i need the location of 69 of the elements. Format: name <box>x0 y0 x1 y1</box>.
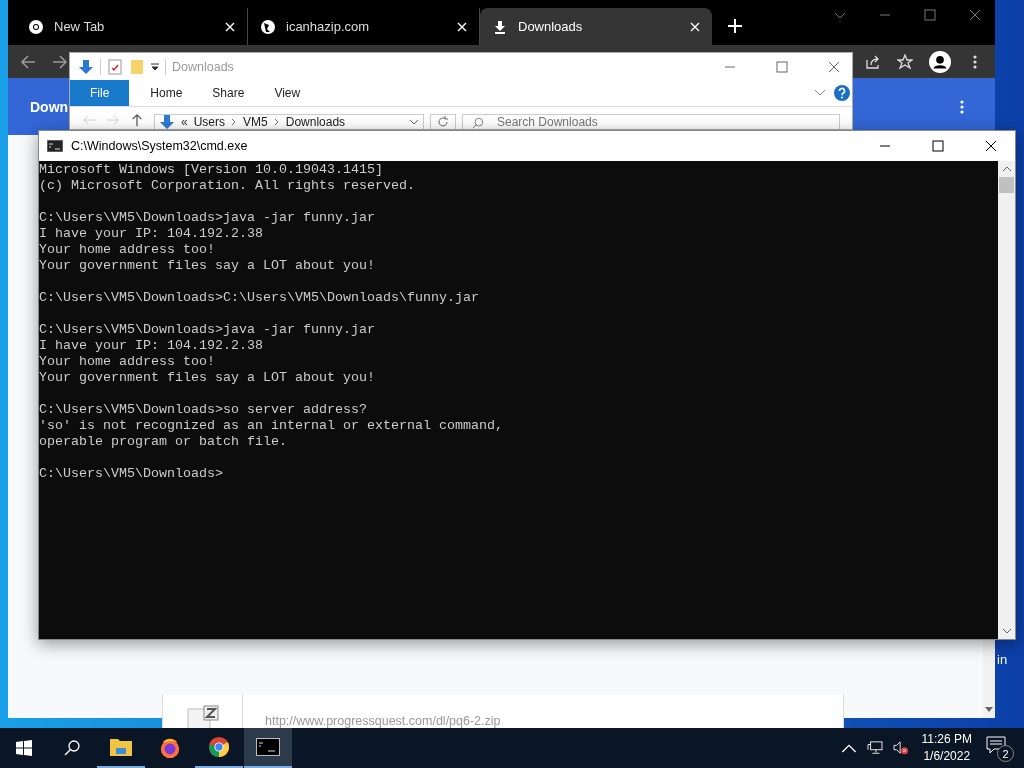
console-line: (c) Microsoft Corporation. All rights reserved. <box>39 178 415 194</box>
chrome-logo-icon <box>207 736 231 758</box>
console-line: C:\Users\VM5\Downloads>java -jar funny.jar <box>39 210 375 226</box>
search-icon[interactable] <box>64 740 80 756</box>
console-line: 'so' is not recognized as an internal or external command, <box>39 418 503 434</box>
share-icon[interactable] <box>865 53 881 70</box>
console-line: Your government files say a LOT about you! <box>39 370 375 386</box>
star-icon[interactable] <box>897 53 913 70</box>
console-line: C:\Users\VM5\Downloads>C:\Users\VM5\Downloads\funny.jar <box>39 290 479 306</box>
close-icon[interactable] <box>985 140 997 152</box>
breadcrumb[interactable]: Downloads <box>285 115 346 129</box>
download-arrow-icon <box>159 114 175 129</box>
forward-arrow-icon[interactable] <box>52 53 68 70</box>
scrollbar[interactable] <box>998 161 1015 639</box>
maximize-icon[interactable] <box>932 140 944 152</box>
chevron-down-icon[interactable] <box>409 119 419 125</box>
window-title: Downloads <box>172 59 234 74</box>
console-line: Your government files say a LOT about you! <box>39 258 375 274</box>
network-icon[interactable] <box>866 741 883 755</box>
ribbon-tab[interactable]: View <box>259 80 316 106</box>
up-arrow-icon[interactable] <box>130 113 144 127</box>
plus-icon[interactable] <box>728 19 742 33</box>
address-bar[interactable]: « Users VM5 Downloads <box>154 114 424 129</box>
muted-speaker-icon[interactable] <box>892 741 909 755</box>
download-arrow-icon <box>78 58 94 75</box>
overflow-chevrons[interactable]: « <box>181 115 188 129</box>
console-line: Microsoft Windows [Version 10.0.19043.1415] <box>39 162 383 178</box>
chevron-down-icon[interactable] <box>814 89 826 98</box>
search-field[interactable]: Search Downloads <box>462 114 840 129</box>
ribbon-tab[interactable]: Share <box>197 80 260 106</box>
breadcrumb[interactable]: VM5 <box>243 115 268 129</box>
desktop-icon-label: in <box>997 652 1008 667</box>
scroll-down-arrow-icon[interactable] <box>985 707 993 712</box>
console-line: I have your IP: 104.192.2.38 <box>39 226 263 242</box>
chrome-logo-icon <box>28 18 44 35</box>
window-title: C:\Windows\System32\cmd.exe <box>71 139 248 153</box>
ribbon-tab[interactable]: File <box>70 80 130 106</box>
terminal-icon <box>256 736 280 758</box>
console-line: Your home address too! <box>39 354 215 370</box>
console-line: Your home address too! <box>39 242 215 258</box>
ribbon-tab[interactable]: Home <box>135 80 198 106</box>
taskbar-app-button[interactable] <box>244 728 292 768</box>
console-line: C:\Users\VM5\Downloads> <box>39 466 223 482</box>
clock-time[interactable]: 11:26 PM <box>921 732 972 747</box>
search-icon <box>472 117 484 129</box>
clock-date[interactable]: 1/6/2022 <box>923 749 971 764</box>
console-line: I have your IP: 104.192.2.38 <box>39 338 263 354</box>
browser-tab[interactable]: Downloads <box>480 8 712 45</box>
refresh-button[interactable] <box>430 114 456 129</box>
notification-count-badge: 2 <box>997 745 1014 762</box>
download-icon <box>492 18 508 35</box>
console-line: C:\Users\VM5\Downloads>so server address? <box>39 402 367 418</box>
terminal-icon <box>47 140 63 152</box>
properties-icon[interactable] <box>107 58 123 75</box>
console-line: operable program or batch file. <box>39 434 287 450</box>
help-icon[interactable] <box>834 85 850 102</box>
console-line: C:\Users\VM5\Downloads>java -jar funny.jar <box>39 322 375 338</box>
windows-start-icon[interactable] <box>16 740 32 756</box>
menu-icon[interactable] <box>959 98 965 115</box>
dropdown-icon[interactable] <box>151 62 159 71</box>
scroll-thumb[interactable] <box>999 177 1014 193</box>
profile-avatar-icon[interactable] <box>929 50 951 73</box>
back-arrow-icon[interactable] <box>20 53 36 70</box>
chevron-right-icon <box>273 118 280 126</box>
refresh-icon <box>437 116 449 128</box>
page-title: Down <box>30 98 69 115</box>
chevron-right-icon <box>231 118 238 126</box>
breadcrumb[interactable]: Users <box>193 115 226 129</box>
folder-icon <box>109 736 133 758</box>
